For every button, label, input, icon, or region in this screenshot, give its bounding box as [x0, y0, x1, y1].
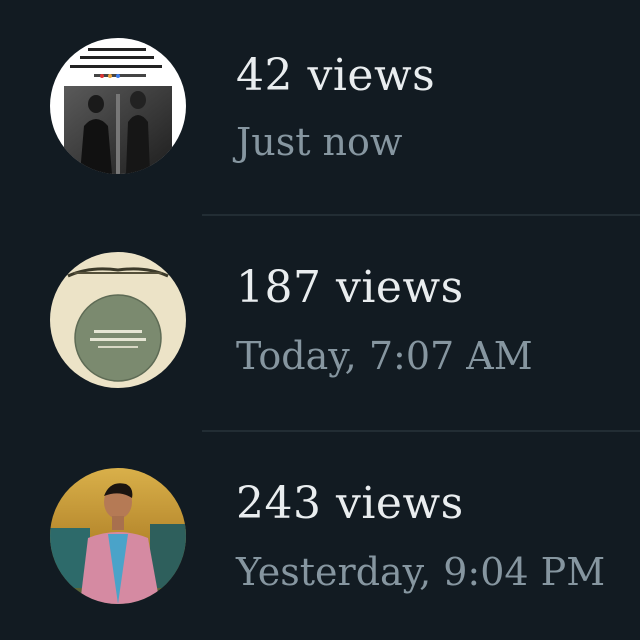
person-photo-icon [50, 468, 186, 604]
urdu-poetry-photo-icon [50, 38, 186, 174]
view-count: 243 views [236, 478, 464, 529]
status-timestamp: Yesterday, 9:04 PM [236, 550, 606, 594]
status-views-list: 42 views Just now 187 views Today, 7:07 … [0, 0, 640, 640]
status-thumbnail[interactable] [50, 252, 186, 388]
calligraphy-icon [50, 252, 186, 388]
status-thumbnail[interactable] [50, 38, 186, 174]
view-count: 42 views [236, 50, 436, 101]
status-view-row[interactable]: 187 views Today, 7:07 AM [0, 216, 640, 432]
status-timestamp: Today, 7:07 AM [236, 334, 533, 378]
status-timestamp: Just now [236, 120, 403, 164]
view-count: 187 views [236, 262, 464, 313]
status-view-row[interactable]: 42 views Just now [0, 0, 640, 216]
status-thumbnail[interactable] [50, 468, 186, 604]
status-view-row[interactable]: 243 views Yesterday, 9:04 PM [0, 432, 640, 640]
